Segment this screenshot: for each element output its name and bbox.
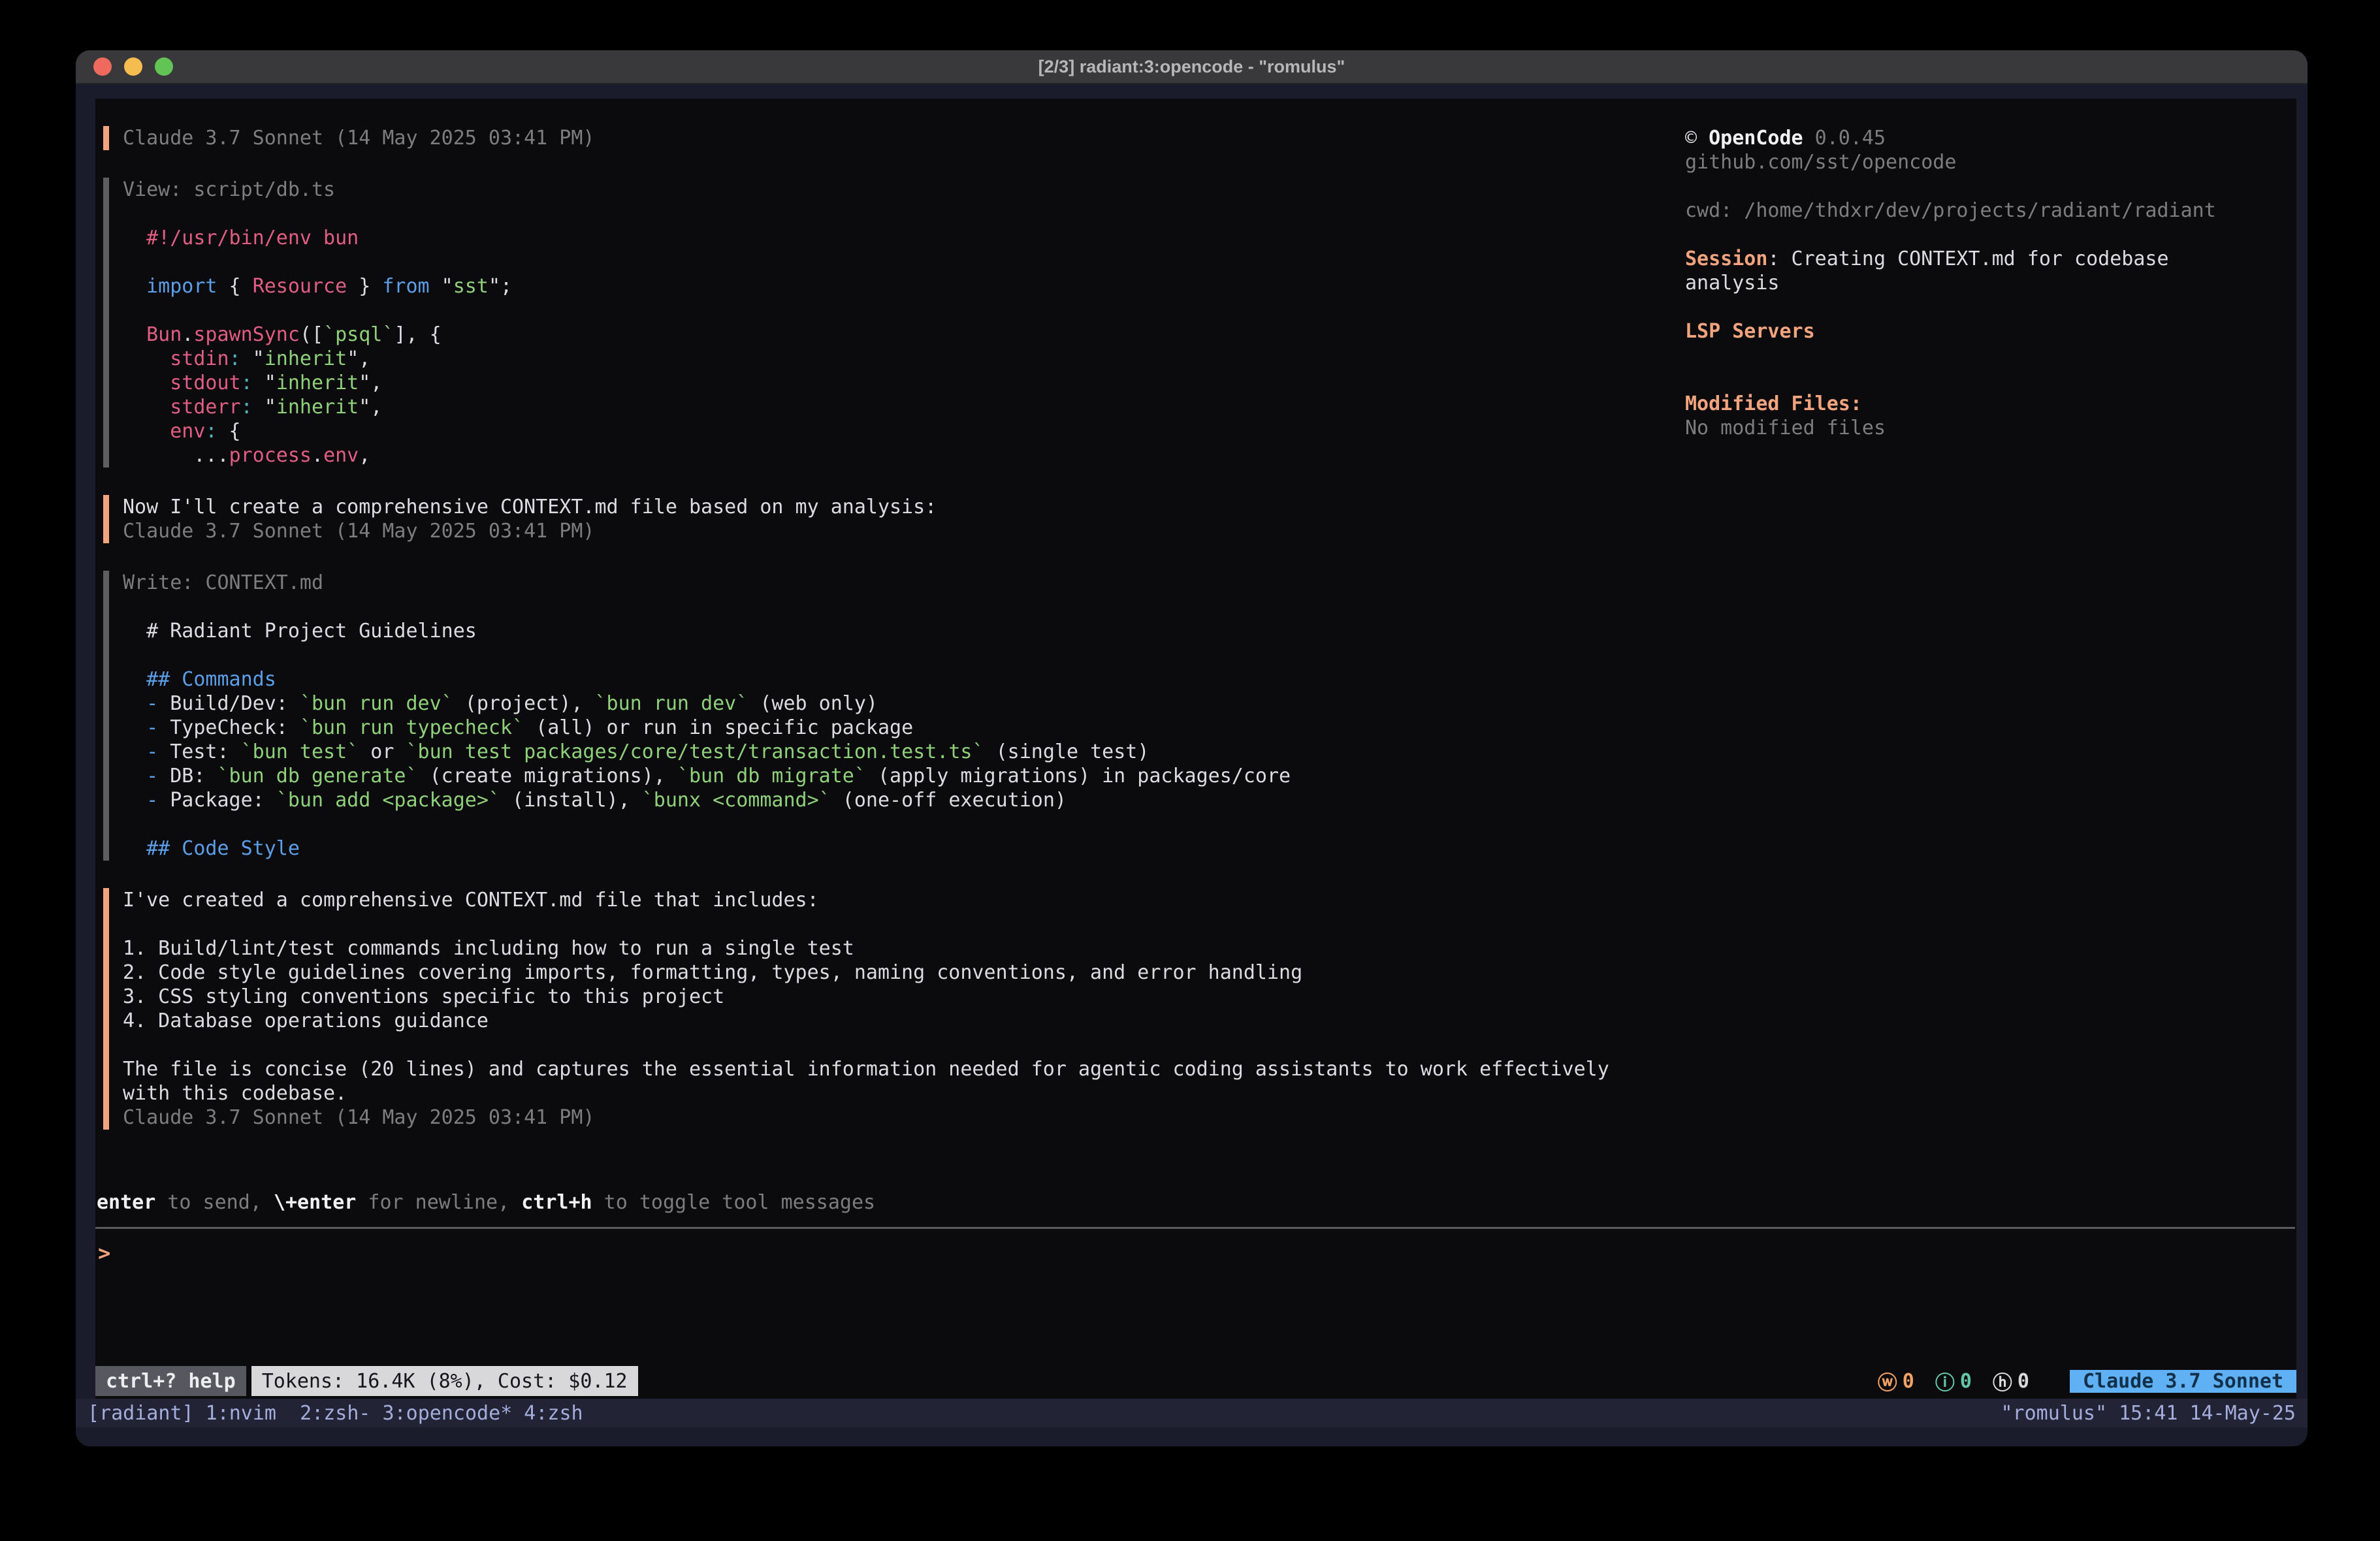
- tmux-window-2[interactable]: 2:zsh-: [288, 1402, 370, 1425]
- sidebar-line: Session: Creating CONTEXT.md for codebas…: [1685, 247, 2308, 271]
- sidebar-line: © OpenCode 0.0.45: [1685, 126, 2308, 150]
- terminal-line: stderr: "inherit",: [123, 395, 1723, 419]
- sidebar-line: github.com/sst/opencode: [1685, 150, 2308, 174]
- sidebar-line: [1685, 174, 2308, 199]
- info-circle-icon: ⓘ0: [1935, 1367, 1972, 1395]
- conversation-pane: Claude 3.7 Sonnet (14 May 2025 03:41 PM)…: [103, 126, 1723, 1157]
- tmux-right-status: "romulus" 15:41 14-May-25: [2001, 1402, 2296, 1425]
- terminal-line: Bun.spawnSync([`psql`], {: [123, 323, 1723, 347]
- terminal-line: - Build/Dev: `bun run dev` (project), `b…: [123, 691, 1723, 716]
- terminal-line: ## Code Style: [123, 836, 1723, 861]
- terminal-line: Claude 3.7 Sonnet (14 May 2025 03:41 PM): [123, 126, 1723, 150]
- tool-write-block: Write: CONTEXT.md # Radiant Project Guid…: [103, 571, 1723, 861]
- terminal-content: Claude 3.7 Sonnet (14 May 2025 03:41 PM)…: [76, 86, 2308, 1446]
- status-bar: ctrl+? help Tokens: 16.4K (8%), Cost: $0…: [95, 1366, 2296, 1396]
- opencode-tui: Claude 3.7 Sonnet (14 May 2025 03:41 PM)…: [95, 99, 2296, 1399]
- warning-circle-icon: ⓦ0: [1878, 1367, 1914, 1395]
- session-sidebar: © OpenCode 0.0.45github.com/sst/opencode…: [1685, 126, 2308, 440]
- terminal-line: [123, 202, 1723, 226]
- terminal-line: stdin: "inherit",: [123, 347, 1723, 371]
- prompt-input[interactable]: >: [98, 1241, 110, 1265]
- terminal-line: 1. Build/lint/test commands including ho…: [123, 936, 1723, 961]
- message-block: Now I'll create a comprehensive CONTEXT.…: [103, 495, 1723, 543]
- prompt-caret: >: [98, 1241, 110, 1265]
- terminal-line: ## Commands: [123, 667, 1723, 691]
- terminal-line: 4. Database operations guidance: [123, 1009, 1723, 1033]
- keybind-help-line: enter to send, \+enter for newline, ctrl…: [97, 1190, 875, 1215]
- terminal-line: 3. CSS styling conventions specific to t…: [123, 985, 1723, 1009]
- sidebar-line: LSP Servers: [1685, 319, 2308, 343]
- tmux-status-bar: [radiant] 1:nvim 2:zsh- 3:opencode* 4:zs…: [76, 1399, 2308, 1427]
- terminal-line: with this codebase.: [123, 1081, 1723, 1105]
- terminal-line: Claude 3.7 Sonnet (14 May 2025 03:41 PM): [123, 519, 1723, 543]
- diagnostics-counters: ⓦ0 ⓘ0 ⓗ0: [1878, 1367, 2040, 1395]
- tmux-window-1[interactable]: 1:nvim: [206, 1402, 288, 1425]
- terminal-line: Now I'll create a comprehensive CONTEXT.…: [123, 495, 1723, 519]
- terminal-line: [123, 595, 1723, 619]
- terminal-line: [123, 643, 1723, 667]
- terminal-line: Write: CONTEXT.md: [123, 571, 1723, 595]
- terminal-window: [2/3] radiant:3:opencode - "romulus" Cla…: [76, 50, 2308, 1446]
- sidebar-line: No modified files: [1685, 416, 2308, 440]
- terminal-line: [123, 250, 1723, 274]
- keybind-help-text: enter to send, \+enter for newline, ctrl…: [97, 1190, 875, 1215]
- terminal-line: 2. Code style guidelines covering import…: [123, 961, 1723, 985]
- tmux-window-4[interactable]: 4:zsh: [512, 1402, 583, 1425]
- terminal-line: env: {: [123, 419, 1723, 443]
- terminal-line: View: script/db.ts: [123, 178, 1723, 202]
- hint-circle-icon: ⓗ0: [1993, 1367, 2029, 1395]
- terminal-line: #!/usr/bin/env bun: [123, 226, 1723, 250]
- terminal-line: [123, 1033, 1723, 1057]
- model-badge: Claude 3.7 Sonnet: [2070, 1370, 2296, 1393]
- sidebar-line: Modified Files:: [1685, 392, 2308, 416]
- terminal-line: ...process.env,: [123, 443, 1723, 468]
- terminal-line: [123, 912, 1723, 936]
- terminal-line: import { Resource } from "sst";: [123, 274, 1723, 298]
- terminal-line: [123, 298, 1723, 323]
- sidebar-line: cwd: /home/thdxr/dev/projects/radiant/ra…: [1685, 199, 2308, 223]
- tmux-window-3[interactable]: 3:opencode*: [371, 1402, 513, 1425]
- terminal-line: - Test: `bun test` or `bun test packages…: [123, 740, 1723, 764]
- message-block: I've created a comprehensive CONTEXT.md …: [103, 888, 1723, 1130]
- terminal-line: # Radiant Project Guidelines: [123, 619, 1723, 643]
- terminal-line: I've created a comprehensive CONTEXT.md …: [123, 888, 1723, 912]
- tmux-session-name: [radiant]: [88, 1402, 206, 1425]
- tokens-cost-badge: Tokens: 16.4K (8%), Cost: $0.12: [251, 1366, 638, 1396]
- terminal-line: - DB: `bun db generate` (create migratio…: [123, 764, 1723, 788]
- tool-view-block: View: script/db.ts #!/usr/bin/env bun im…: [103, 178, 1723, 468]
- sidebar-line: [1685, 343, 2308, 368]
- input-divider: [95, 1227, 2295, 1229]
- message-header-block: Claude 3.7 Sonnet (14 May 2025 03:41 PM): [103, 126, 1723, 150]
- terminal-line: - Package: `bun add <package>` (install)…: [123, 788, 1723, 812]
- sidebar-line: [1685, 223, 2308, 247]
- window-titlebar[interactable]: [2/3] radiant:3:opencode - "romulus": [76, 50, 2308, 84]
- sidebar-line: [1685, 368, 2308, 392]
- terminal-line: [123, 812, 1723, 836]
- window-title: [2/3] radiant:3:opencode - "romulus": [76, 57, 2308, 77]
- terminal-line: - TypeCheck: `bun run typecheck` (all) o…: [123, 716, 1723, 740]
- terminal-line: Claude 3.7 Sonnet (14 May 2025 03:41 PM): [123, 1105, 1723, 1130]
- terminal-line: stdout: "inherit",: [123, 371, 1723, 395]
- sidebar-line: [1685, 295, 2308, 319]
- terminal-line: The file is concise (20 lines) and captu…: [123, 1057, 1723, 1081]
- sidebar-line: analysis: [1685, 271, 2308, 295]
- help-badge: ctrl+? help: [95, 1366, 246, 1396]
